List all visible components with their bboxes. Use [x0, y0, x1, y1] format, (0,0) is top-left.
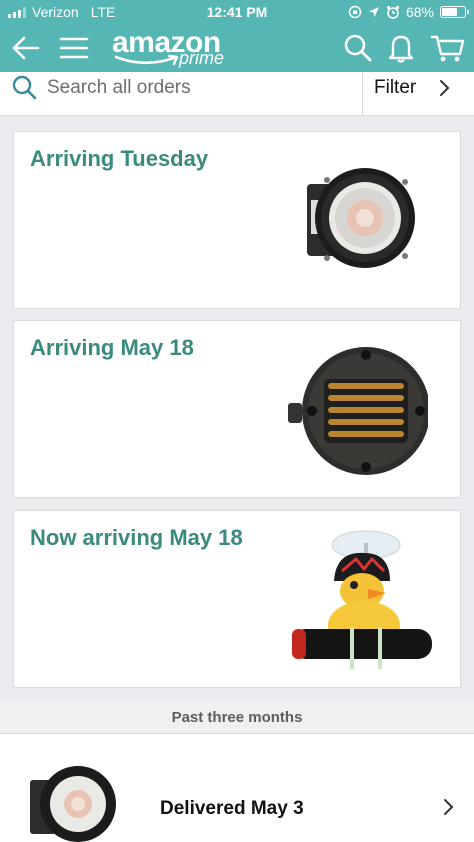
order-search-bar: Search all orders Filter [0, 72, 474, 116]
duck-light-image [292, 530, 432, 669]
order-status: Arriving Tuesday [30, 146, 209, 171]
tweeter-image [288, 347, 428, 475]
smile-arrow-icon [114, 54, 179, 66]
past-order-row[interactable]: Delivered May 3 [0, 734, 474, 842]
filter-button[interactable]: Filter [363, 72, 474, 116]
alarm-icon [386, 5, 400, 19]
amazon-prime-logo[interactable]: amazon prime [112, 26, 232, 70]
search-icon [12, 75, 37, 100]
cart-icon[interactable] [430, 32, 466, 64]
search-input[interactable]: Search all orders [47, 77, 191, 99]
battery-percent: 68% [405, 4, 434, 20]
chevron-right-icon [444, 799, 454, 815]
order-card[interactable]: Arriving May 18 [13, 320, 461, 498]
speaker-image [307, 168, 415, 268]
back-arrow-icon[interactable] [10, 32, 42, 64]
filter-label: Filter [374, 77, 417, 98]
search-icon[interactable] [342, 32, 374, 64]
status-icons: 68% [348, 4, 469, 20]
chevron-right-icon [440, 80, 450, 96]
battery-icon [440, 6, 469, 18]
order-card[interactable]: Now arriving May 18 [13, 510, 461, 688]
orientation-lock-icon [348, 5, 362, 19]
section-header-past: Past three months [0, 700, 474, 734]
app-header: amazon prime [0, 24, 474, 72]
order-status: Arriving May 18 [30, 335, 194, 360]
status-bar: Verizon LTE 12:41 PM 68% [0, 0, 474, 24]
past-order-status: Delivered May 3 [160, 798, 304, 819]
order-status: Now arriving May 18 [30, 525, 243, 550]
location-icon [368, 7, 379, 17]
bell-icon[interactable] [385, 32, 417, 64]
menu-icon[interactable] [58, 32, 90, 64]
speaker-thumbnail [30, 766, 116, 842]
logo-prime: prime [179, 48, 225, 68]
order-card[interactable]: Arriving Tuesday [13, 131, 461, 309]
